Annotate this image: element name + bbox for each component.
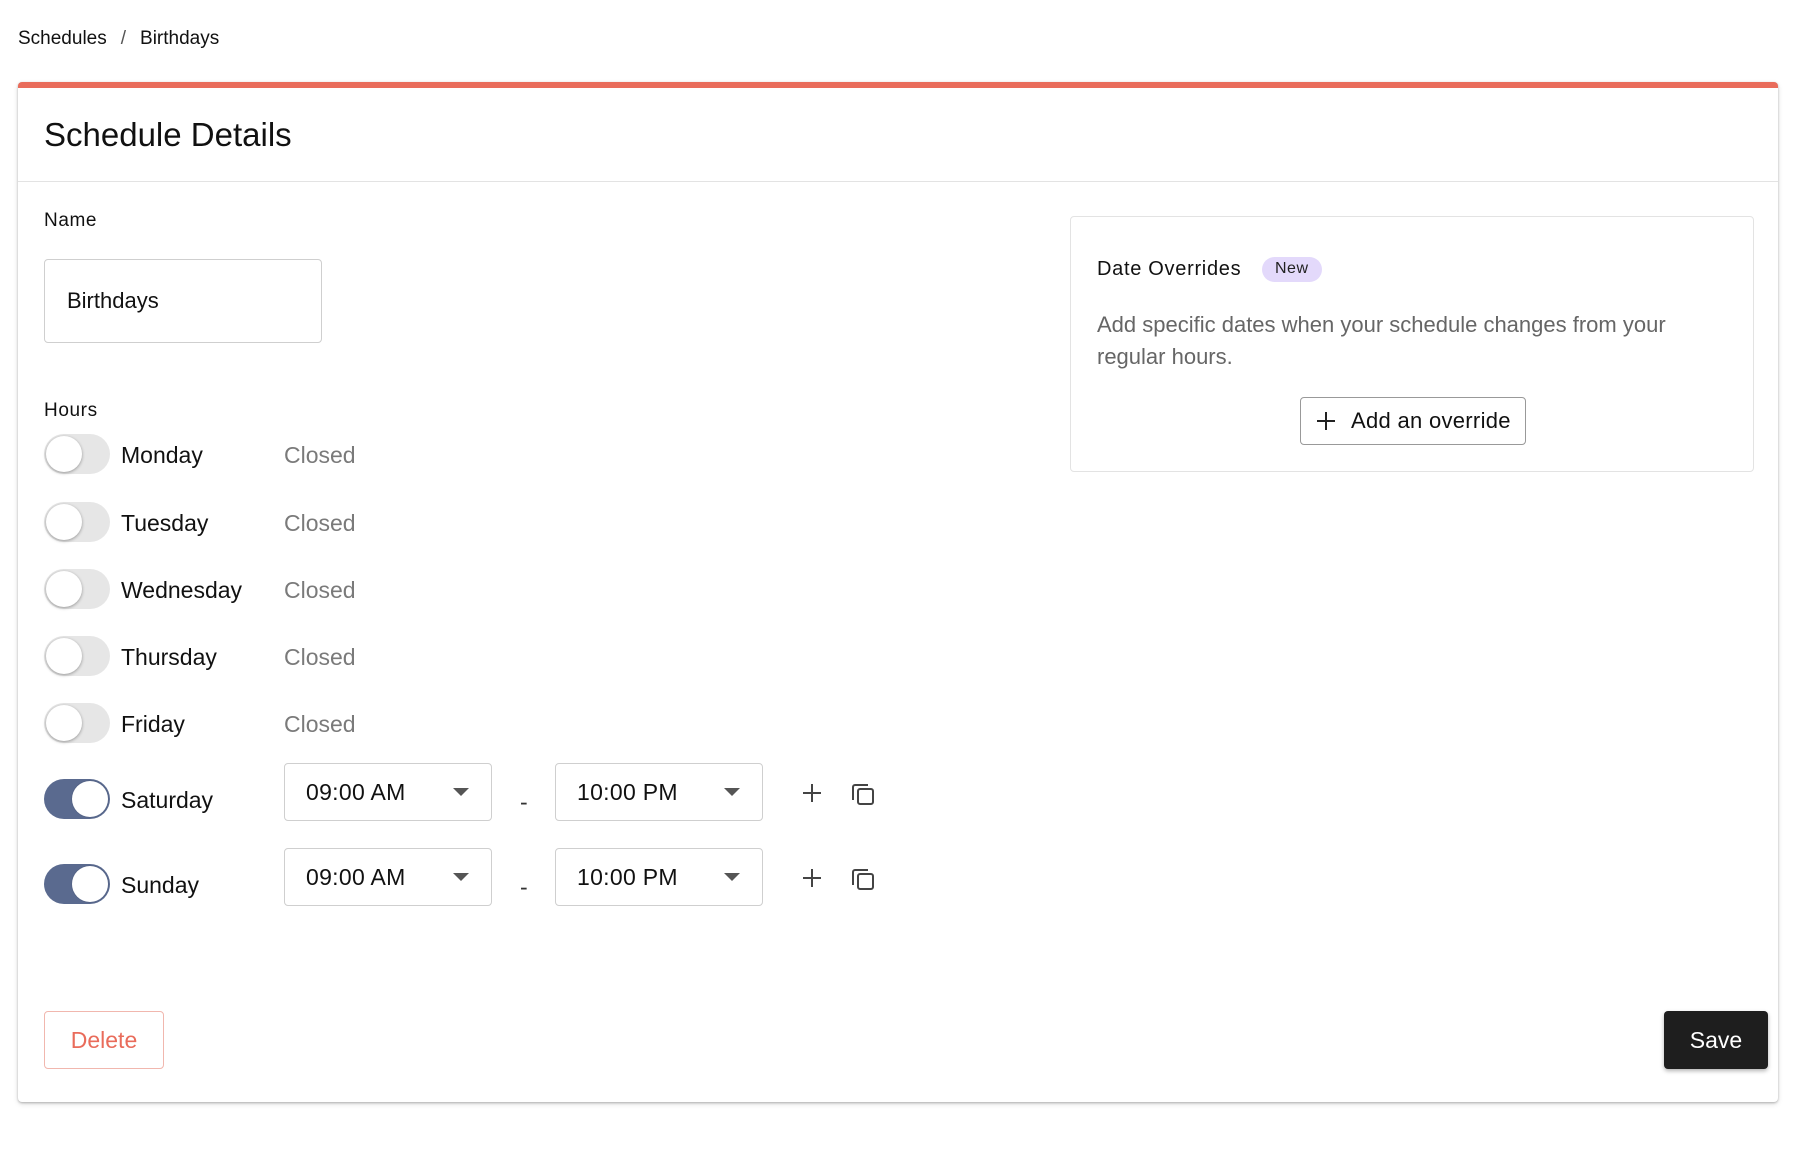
day-name-tuesday: Tuesday	[121, 510, 209, 536]
end-time-select-sunday[interactable]: 10:00 PM	[555, 848, 763, 906]
toggle-knob	[46, 705, 82, 741]
toggle-knob	[72, 866, 108, 902]
toggle-monday[interactable]	[44, 434, 110, 474]
closed-status-wednesday: Closed	[284, 577, 356, 603]
day-name-friday: Friday	[121, 711, 185, 737]
breadcrumb: Schedules / Birthdays	[18, 28, 219, 50]
day-name-wednesday: Wednesday	[121, 577, 243, 603]
card-header: Schedule Details	[18, 88, 1778, 182]
start-time-select-sunday[interactable]: 09:00 AM	[284, 848, 492, 906]
breadcrumb-current: Birthdays	[140, 28, 220, 49]
day-row-tuesday: Tuesday Closed	[44, 502, 944, 546]
start-time-value: 09:00 AM	[306, 864, 406, 890]
closed-status-monday: Closed	[284, 442, 356, 468]
time-range-separator: -	[520, 874, 528, 900]
toggle-knob	[46, 436, 82, 472]
closed-status-thursday: Closed	[284, 644, 356, 670]
toggle-sunday[interactable]	[44, 864, 110, 904]
save-button[interactable]: Save	[1664, 1011, 1768, 1069]
copy-hours-button[interactable]	[847, 863, 879, 895]
toggle-saturday[interactable]	[44, 779, 110, 819]
end-time-value: 10:00 PM	[577, 864, 678, 890]
day-row-friday: Friday Closed	[44, 703, 944, 747]
date-overrides-panel: Date Overrides New Add specific dates wh…	[1070, 216, 1754, 472]
copy-icon	[852, 784, 874, 805]
time-range-separator: -	[520, 789, 528, 815]
start-time-select-saturday[interactable]: 09:00 AM	[284, 763, 492, 821]
closed-status-tuesday: Closed	[284, 510, 356, 536]
toggle-tuesday[interactable]	[44, 502, 110, 542]
chevron-down-icon	[724, 873, 740, 881]
add-time-range-button[interactable]	[796, 777, 828, 809]
end-time-select-saturday[interactable]: 10:00 PM	[555, 763, 763, 821]
page-title: Schedule Details	[44, 115, 292, 153]
copy-icon	[852, 869, 874, 890]
day-name-sunday: Sunday	[121, 872, 200, 898]
day-row-sunday: Sunday 09:00 AM - 10:00 PM	[44, 848, 944, 908]
toggle-knob	[46, 504, 82, 540]
add-override-button[interactable]: Add an override	[1300, 397, 1526, 445]
plus-icon	[803, 784, 821, 802]
toggle-wednesday[interactable]	[44, 569, 110, 609]
delete-button[interactable]: Delete	[44, 1011, 164, 1069]
day-row-wednesday: Wednesday Closed	[44, 569, 944, 613]
date-overrides-description: Add specific dates when your schedule ch…	[1097, 312, 1666, 369]
toggle-knob	[46, 638, 82, 674]
breadcrumb-parent-link[interactable]: Schedules	[18, 28, 107, 50]
schedule-details-card: Schedule Details Name Hours Monday Close…	[18, 82, 1778, 1102]
hours-label: Hours	[44, 400, 98, 421]
day-row-saturday: Saturday 09:00 AM - 10:00 PM	[44, 763, 944, 823]
day-row-monday: Monday Closed	[44, 434, 944, 478]
chevron-down-icon	[453, 788, 469, 796]
add-override-label: Add an override	[1351, 408, 1511, 433]
closed-status-friday: Closed	[284, 711, 356, 737]
name-label: Name	[44, 210, 98, 231]
toggle-thursday[interactable]	[44, 636, 110, 676]
breadcrumb-separator: /	[120, 28, 127, 49]
toggle-friday[interactable]	[44, 703, 110, 743]
plus-icon	[803, 869, 821, 887]
new-badge: New	[1262, 257, 1322, 282]
end-time-value: 10:00 PM	[577, 779, 678, 805]
toggle-knob	[72, 781, 108, 817]
toggle-knob	[46, 571, 82, 607]
start-time-value: 09:00 AM	[306, 779, 406, 805]
day-name-thursday: Thursday	[121, 644, 217, 670]
chevron-down-icon	[453, 873, 469, 881]
day-name-saturday: Saturday	[121, 787, 214, 813]
date-overrides-title: Date Overrides	[1097, 258, 1242, 280]
copy-hours-button[interactable]	[847, 778, 879, 810]
day-row-thursday: Thursday Closed	[44, 636, 944, 680]
add-time-range-button[interactable]	[796, 862, 828, 894]
plus-icon	[1317, 412, 1335, 430]
chevron-down-icon	[724, 788, 740, 796]
day-name-monday: Monday	[121, 442, 203, 468]
name-input[interactable]	[44, 259, 322, 343]
